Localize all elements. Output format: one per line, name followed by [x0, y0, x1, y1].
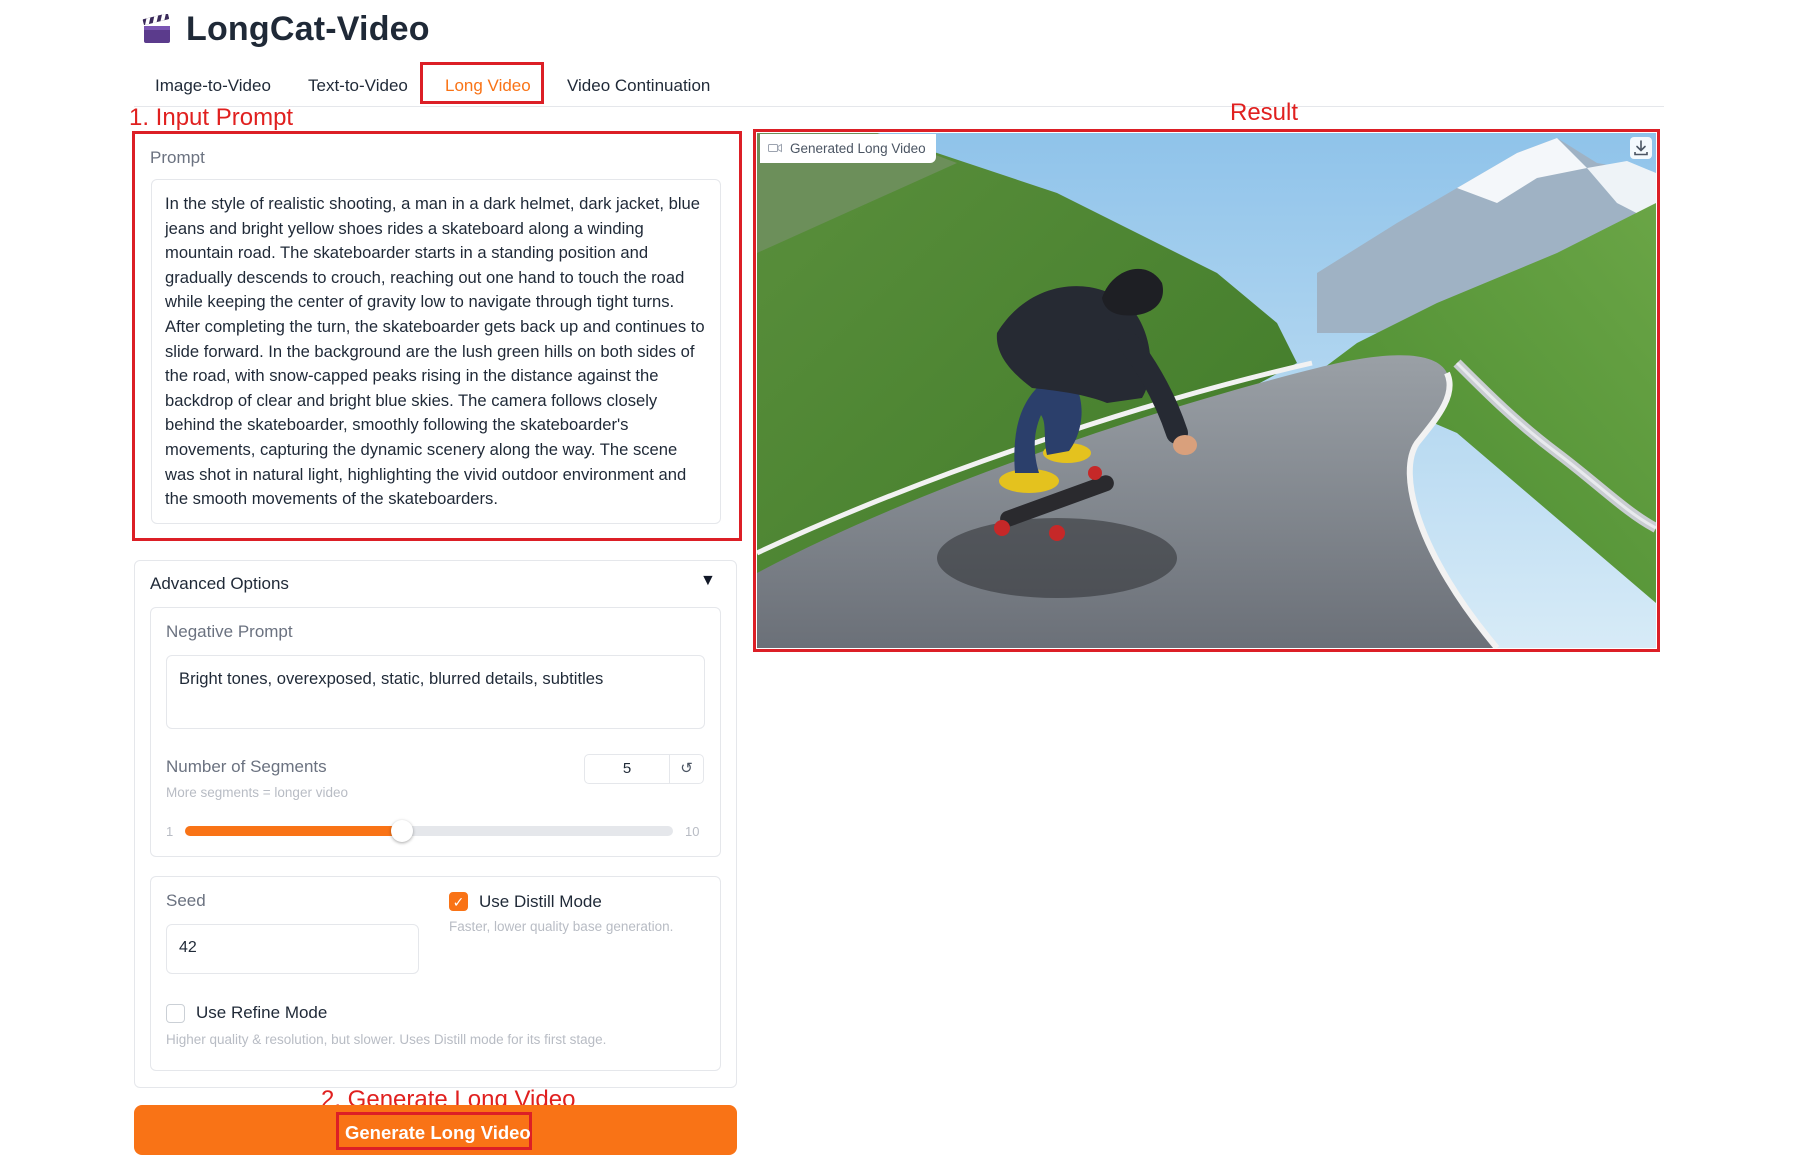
seed-label: Seed [166, 891, 206, 910]
video-camera-icon [768, 141, 782, 156]
generate-button-label[interactable]: Generate Long Video [345, 1122, 531, 1144]
tab-text-to-video[interactable]: Text-to-Video [308, 76, 408, 96]
prompt-textarea[interactable]: In the style of realistic shooting, a ma… [151, 179, 721, 524]
segments-slider-fill [185, 826, 402, 836]
segments-label: Number of Segments [166, 757, 327, 776]
distill-mode-label[interactable]: Use Distill Mode [479, 892, 602, 912]
tab-image-to-video[interactable]: Image-to-Video [155, 76, 271, 96]
clapperboard-icon [141, 13, 173, 46]
segments-number-input[interactable]: 5 [584, 754, 670, 784]
annotation-box-active-tab [420, 62, 544, 104]
collapse-triangle-icon[interactable]: ▼ [700, 572, 716, 590]
tab-video-continuation[interactable]: Video Continuation [567, 76, 710, 96]
segments-slider-thumb[interactable] [390, 820, 413, 842]
annotation-input-prompt: 1. Input Prompt [129, 104, 294, 131]
prompt-label: Prompt [150, 148, 205, 167]
distill-mode-checkbox[interactable]: ✓ [449, 892, 468, 911]
distill-mode-info: Faster, lower quality base generation. [449, 919, 674, 934]
app-title: LongCat-Video [186, 10, 430, 48]
download-icon[interactable] [1630, 137, 1652, 159]
segments-info: More segments = longer video [166, 785, 348, 800]
video-label-chip: Generated Long Video [760, 134, 936, 163]
refine-mode-info: Higher quality & resolution, but slower.… [166, 1032, 607, 1047]
negative-prompt-block [150, 607, 721, 857]
seed-input[interactable]: 42 [166, 924, 419, 974]
refine-mode-checkbox[interactable] [166, 1004, 185, 1023]
negative-prompt-label: Negative Prompt [166, 622, 293, 641]
video-frame-skateboarder [757, 133, 1656, 648]
advanced-options-label[interactable]: Advanced Options [150, 574, 289, 594]
annotation-result: Result [1230, 99, 1299, 126]
generated-video-player[interactable] [757, 133, 1656, 648]
reset-icon[interactable]: ↺ [669, 754, 704, 784]
slider-max-label: 10 [685, 824, 700, 839]
slider-min-label: 1 [166, 824, 174, 839]
refine-mode-label[interactable]: Use Refine Mode [196, 1003, 327, 1023]
negative-prompt-input[interactable]: Bright tones, overexposed, static, blurr… [166, 655, 705, 729]
video-label: Generated Long Video [790, 141, 926, 156]
